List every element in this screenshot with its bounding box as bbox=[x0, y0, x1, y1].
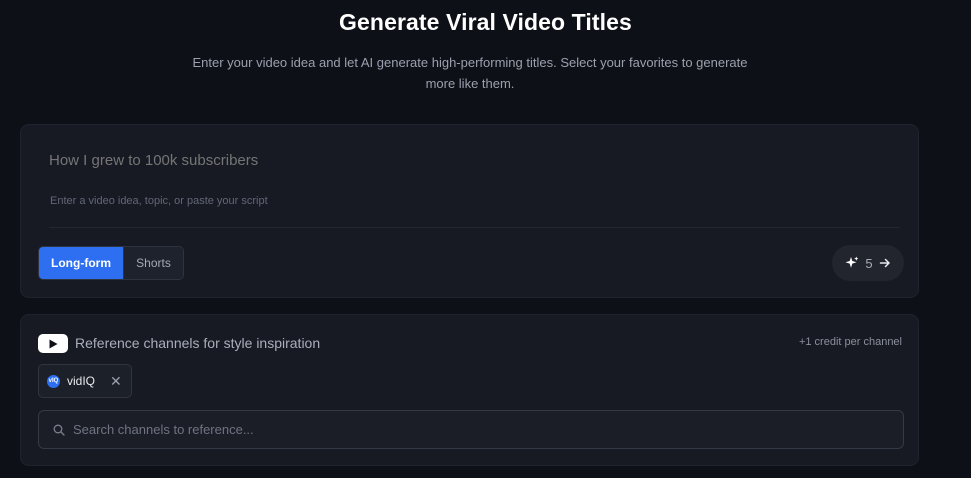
page-title: Generate Viral Video Titles bbox=[339, 9, 632, 35]
youtube-icon bbox=[38, 334, 68, 353]
page: Generate Viral Video Titles Enter your v… bbox=[0, 0, 971, 478]
channel-name: vidIQ bbox=[67, 374, 96, 388]
reference-channels-card: Reference channels for style inspiration… bbox=[20, 314, 919, 466]
reference-channels-label: Reference channels for style inspiration bbox=[75, 335, 321, 351]
video-idea-hint: Enter a video idea, topic, or paste your… bbox=[50, 195, 268, 207]
format-toggle: Long-form Shorts bbox=[38, 246, 184, 280]
sparkle-icon bbox=[845, 256, 859, 270]
credit-note: +1 credit per channel bbox=[798, 336, 902, 348]
generate-button[interactable]: 5 bbox=[832, 245, 904, 281]
divider bbox=[49, 227, 900, 228]
channel-search-field bbox=[38, 410, 904, 449]
page-subtitle: Enter your video idea and let AI generat… bbox=[192, 55, 748, 91]
channel-search-input[interactable] bbox=[73, 422, 903, 437]
channel-chip-vidiq: vIQ vidIQ ✕ bbox=[38, 364, 132, 398]
video-idea-card: Enter a video idea, topic, or paste your… bbox=[20, 124, 919, 298]
arrow-right-icon bbox=[879, 257, 891, 269]
video-idea-input[interactable] bbox=[49, 152, 889, 169]
search-icon bbox=[53, 424, 65, 436]
close-icon[interactable]: ✕ bbox=[110, 373, 122, 390]
format-shorts-button[interactable]: Shorts bbox=[123, 247, 183, 279]
channel-avatar: vIQ bbox=[47, 374, 60, 388]
generate-count: 5 bbox=[865, 255, 873, 271]
format-long-form-button[interactable]: Long-form bbox=[39, 247, 123, 279]
